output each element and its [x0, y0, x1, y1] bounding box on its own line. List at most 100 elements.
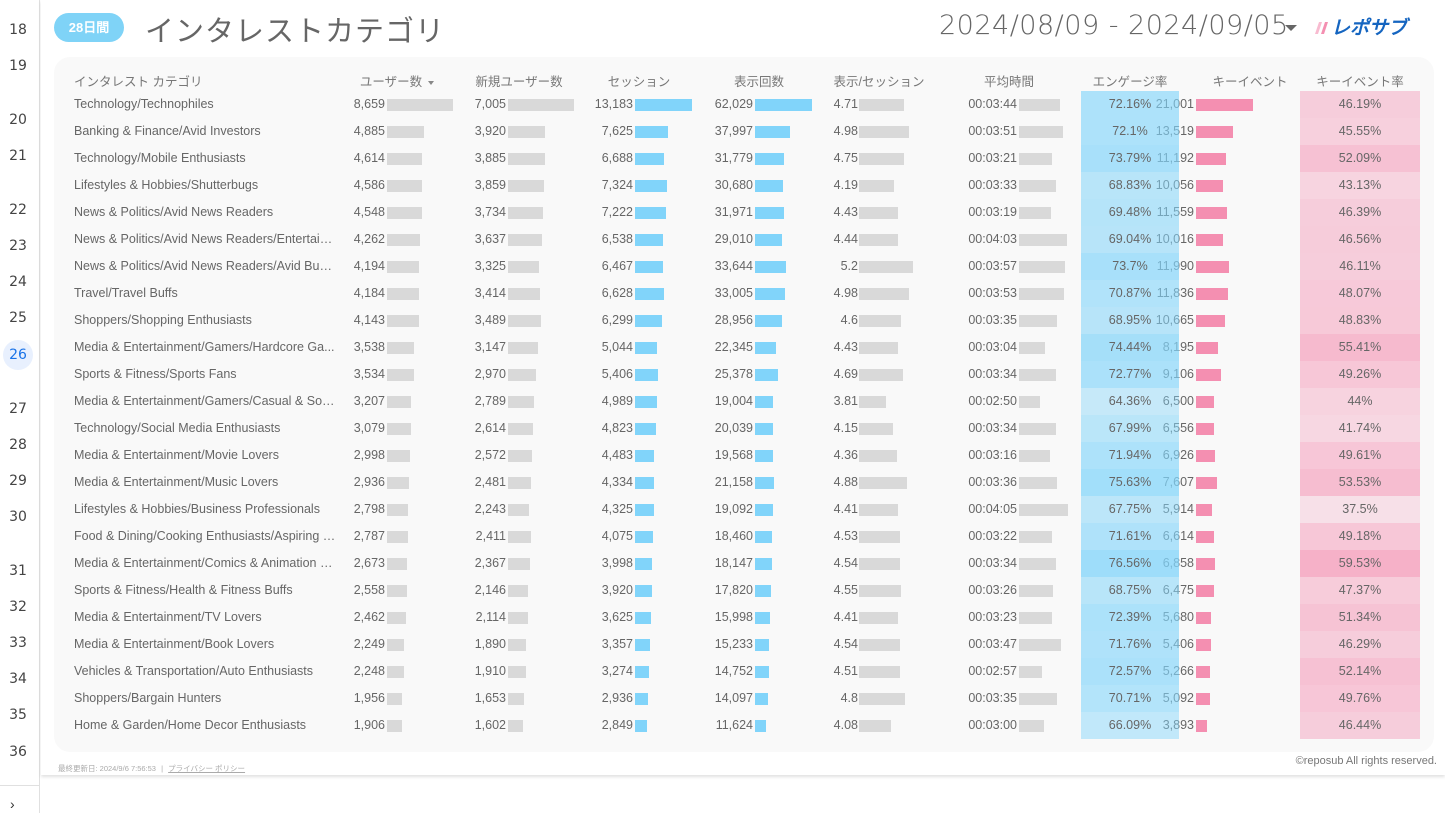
table-row[interactable]: News & Politics/Avid News Readers/Avid B… — [54, 253, 1434, 280]
views-per-session-value: 4.41 — [833, 502, 858, 516]
slide-number[interactable]: 22 — [0, 202, 36, 218]
key-events-bar — [1196, 126, 1233, 138]
table-row[interactable]: Media & Entertainment/Gamers/Hardcore Ga… — [54, 334, 1434, 361]
engagement-rate-cell: 71.76% — [1081, 631, 1179, 658]
table-row[interactable]: Media & Entertainment/Comics & Animation… — [54, 550, 1434, 577]
sessions-value: 7,625 — [601, 124, 633, 138]
slide-number[interactable]: 34 — [0, 671, 36, 687]
header-avg-time[interactable]: 平均時間 — [949, 71, 1069, 90]
views-per-session-value: 4.8 — [840, 691, 858, 705]
table-row[interactable]: Media & Entertainment/Music Lovers 2,936 2… — [54, 469, 1434, 496]
new-users-value: 2,614 — [474, 421, 506, 435]
category-cell: Media & Entertainment/Music Lovers — [74, 475, 279, 489]
key-event-rate-cell: 46.39% — [1300, 199, 1420, 226]
table-row[interactable]: Media & Entertainment/Gamers/Casual & So… — [54, 388, 1434, 415]
slide-number[interactable]: 25 — [0, 310, 36, 326]
table-row[interactable]: Media & Entertainment/Book Lovers 2,249 1,… — [54, 631, 1434, 658]
header-users[interactable]: ユーザー数 — [337, 71, 457, 90]
header-sessions[interactable]: セッション — [579, 71, 699, 90]
category-cell: Media & Entertainment/Gamers/Casual & So… — [74, 394, 336, 408]
views-bar — [755, 558, 772, 570]
category-cell: Lifestyles & Hobbies/Business Profession… — [74, 502, 320, 516]
slide-number[interactable]: 20 — [0, 112, 36, 128]
privacy-policy-link[interactable]: プライバシー ポリシー — [168, 764, 245, 773]
slide-number[interactable]: 31 — [0, 563, 36, 579]
header-key-events[interactable]: キーイベント — [1190, 71, 1310, 90]
users-value: 1,956 — [353, 691, 385, 705]
slide-number[interactable]: 24 — [0, 274, 36, 290]
next-arrow-icon[interactable]: › — [10, 796, 15, 812]
table-row[interactable]: Technology/Social Media Enthusiasts 3,079… — [54, 415, 1434, 442]
table-row[interactable]: Sports & Fitness/Sports Fans 3,534 2,970 5,… — [54, 361, 1434, 388]
users-bar — [387, 423, 411, 435]
users-value: 4,194 — [353, 259, 385, 273]
new-users-value: 3,734 — [474, 205, 506, 219]
table-row[interactable]: Home & Garden/Home Decor Enthusiasts 1,90… — [54, 712, 1434, 739]
header-category[interactable]: インタレスト カテゴリ — [74, 71, 202, 90]
slide-number[interactable]: 23 — [0, 238, 36, 254]
users-value: 3,079 — [353, 421, 385, 435]
table-row[interactable]: Banking & Finance/Avid Investors 4,885 3,9… — [54, 118, 1434, 145]
header-new-users[interactable]: 新規ユーザー数 — [459, 71, 579, 90]
category-cell: Sports & Fitness/Health & Fitness Buffs — [74, 583, 293, 597]
slide-number[interactable]: 32 — [0, 599, 36, 615]
header-engagement-rate[interactable]: エンゲージ率 — [1070, 71, 1190, 90]
table-row[interactable]: Technology/Technophiles 8,659 7,005 13,183 6… — [54, 91, 1434, 118]
engagement-rate-cell: 72.57% — [1081, 658, 1179, 685]
sessions-value: 4,325 — [601, 502, 633, 516]
table-row[interactable]: Food & Dining/Cooking Enthusiasts/Aspiri… — [54, 523, 1434, 550]
table-row[interactable]: Sports & Fitness/Health & Fitness Buffs 2… — [54, 577, 1434, 604]
date-range-picker[interactable]: 2024/08/09 - 2024/09/05 — [939, 10, 1289, 41]
table-row[interactable]: Media & Entertainment/TV Lovers 2,462 2,11… — [54, 604, 1434, 631]
engagement-rate-cell: 72.1% — [1081, 118, 1179, 145]
sessions-bar — [635, 234, 664, 246]
table-row[interactable]: Lifestyles & Hobbies/Business Profession… — [54, 496, 1434, 523]
views-per-session-value: 4.15 — [833, 421, 858, 435]
key-events-bar — [1196, 558, 1215, 570]
slide-number[interactable]: 36 — [0, 744, 36, 760]
table-row[interactable]: Technology/Mobile Enthusiasts 4,614 3,885 6… — [54, 145, 1434, 172]
sessions-bar — [635, 423, 656, 435]
table-row[interactable]: Lifestyles & Hobbies/Shutterbugs 4,586 3,8… — [54, 172, 1434, 199]
key-event-rate-cell: 43.13% — [1300, 172, 1420, 199]
views-bar — [755, 342, 776, 354]
header-key-event-rate[interactable]: キーイベント率 — [1300, 71, 1420, 90]
last-updated: 最終更新日: 2024/9/6 7:56:53 — [58, 764, 156, 773]
new-users-value: 2,367 — [474, 556, 506, 570]
new-users-bar — [508, 639, 526, 651]
key-event-rate-cell: 46.56% — [1300, 226, 1420, 253]
date-dropdown-icon[interactable] — [1285, 25, 1297, 31]
table-row[interactable]: News & Politics/Avid News Readers/Entert… — [54, 226, 1434, 253]
slide-number[interactable]: 26 — [0, 347, 36, 363]
slide-number[interactable]: 27 — [0, 401, 36, 417]
key-event-rate-cell: 46.29% — [1300, 631, 1420, 658]
views-per-session-value: 4.54 — [833, 556, 858, 570]
slide-number[interactable]: 18 — [0, 22, 36, 38]
header-views[interactable]: 表示回数 — [699, 71, 819, 90]
views-bar — [755, 153, 785, 165]
table-row[interactable]: Vehicles & Transportation/Auto Enthusias… — [54, 658, 1434, 685]
slide-number[interactable]: 19 — [0, 58, 36, 74]
table-row[interactable]: News & Politics/Avid News Readers 4,548 3,… — [54, 199, 1434, 226]
new-users-bar — [508, 396, 535, 408]
table-row[interactable]: Travel/Travel Buffs 4,184 3,414 6,628 33,005… — [54, 280, 1434, 307]
slide-number[interactable]: 29 — [0, 473, 36, 489]
new-users-value: 3,147 — [474, 340, 506, 354]
new-users-bar — [508, 450, 533, 462]
users-bar — [387, 396, 412, 408]
slide-number[interactable]: 35 — [0, 707, 36, 723]
header-views-per-session[interactable]: 表示/セッション — [819, 71, 939, 90]
views-per-session-bar — [859, 450, 897, 462]
new-users-bar — [508, 666, 526, 678]
table-row[interactable]: Shoppers/Bargain Hunters 1,956 1,653 2,936 1… — [54, 685, 1434, 712]
views-bar — [755, 693, 768, 705]
table-row[interactable]: Media & Entertainment/Movie Lovers 2,998 2… — [54, 442, 1434, 469]
views-per-session-bar — [859, 639, 901, 651]
new-users-bar — [508, 423, 533, 435]
slide-number[interactable]: 33 — [0, 635, 36, 651]
slide-number[interactable]: 21 — [0, 148, 36, 164]
slide-number[interactable]: 28 — [0, 437, 36, 453]
table-row[interactable]: Shoppers/Shopping Enthusiasts 4,143 3,489 6… — [54, 307, 1434, 334]
slide-number[interactable]: 30 — [0, 509, 36, 525]
sort-descending-icon[interactable] — [428, 80, 435, 85]
